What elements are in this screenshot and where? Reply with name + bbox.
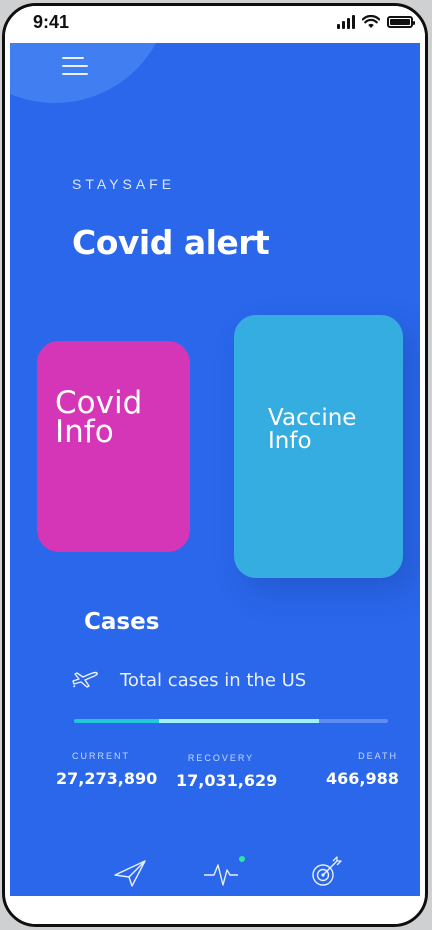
vaccine-info-card[interactable]: Vaccine Info xyxy=(234,315,403,578)
battery-icon xyxy=(387,16,415,28)
status-bar: 9:41 xyxy=(5,6,425,40)
stat-death: DEATH 466,988 xyxy=(326,751,399,788)
wifi-icon xyxy=(362,15,380,28)
bottom-tab-bar xyxy=(10,853,420,893)
covid-info-label: Covid Info xyxy=(55,385,143,451)
stat-recovery-value: 17,031,629 xyxy=(176,771,278,790)
progress-recovery xyxy=(159,719,319,723)
cases-title: Cases xyxy=(84,609,160,635)
stat-death-value: 466,988 xyxy=(326,769,399,788)
target-icon xyxy=(312,856,342,886)
total-cases-row: Total cases in the US xyxy=(72,669,306,691)
phone-frame: 9:41 STAYSAFE Covid alert Covid Info Vac… xyxy=(2,3,428,927)
tab-target[interactable] xyxy=(306,853,346,889)
app-screen: STAYSAFE Covid alert Covid Info Vaccine … xyxy=(10,43,420,896)
stat-recovery: RECOVERY 17,031,629 xyxy=(176,753,278,790)
stat-current: CURRENT 27,273,890 xyxy=(56,751,158,788)
page-title: Covid alert xyxy=(72,223,270,262)
pulse-icon xyxy=(204,856,245,886)
progress-current xyxy=(74,719,159,723)
stat-recovery-label: RECOVERY xyxy=(187,753,255,763)
signal-icon xyxy=(337,15,355,29)
airplane-icon xyxy=(72,671,98,688)
phone: 9:41 STAYSAFE Covid alert Covid Info Vac… xyxy=(0,0,432,930)
tab-pulse[interactable] xyxy=(202,853,245,889)
status-time: 9:41 xyxy=(33,12,70,32)
status-icons xyxy=(337,15,415,29)
brand-label: STAYSAFE xyxy=(72,176,176,192)
stat-current-value: 27,273,890 xyxy=(56,769,158,788)
total-cases-text: Total cases in the US xyxy=(120,669,307,691)
menu-button[interactable] xyxy=(62,55,90,77)
stat-current-label: CURRENT xyxy=(72,751,130,761)
send-icon xyxy=(114,860,146,887)
tab-send[interactable] xyxy=(110,853,150,889)
cases-progress-bar xyxy=(74,719,388,723)
bottom-area xyxy=(5,896,425,924)
vaccine-info-label: Vaccine Info xyxy=(268,405,357,454)
covid-info-card[interactable]: Covid Info xyxy=(37,341,190,552)
stat-death-label: DEATH xyxy=(358,751,398,761)
decorative-blob xyxy=(10,43,170,103)
